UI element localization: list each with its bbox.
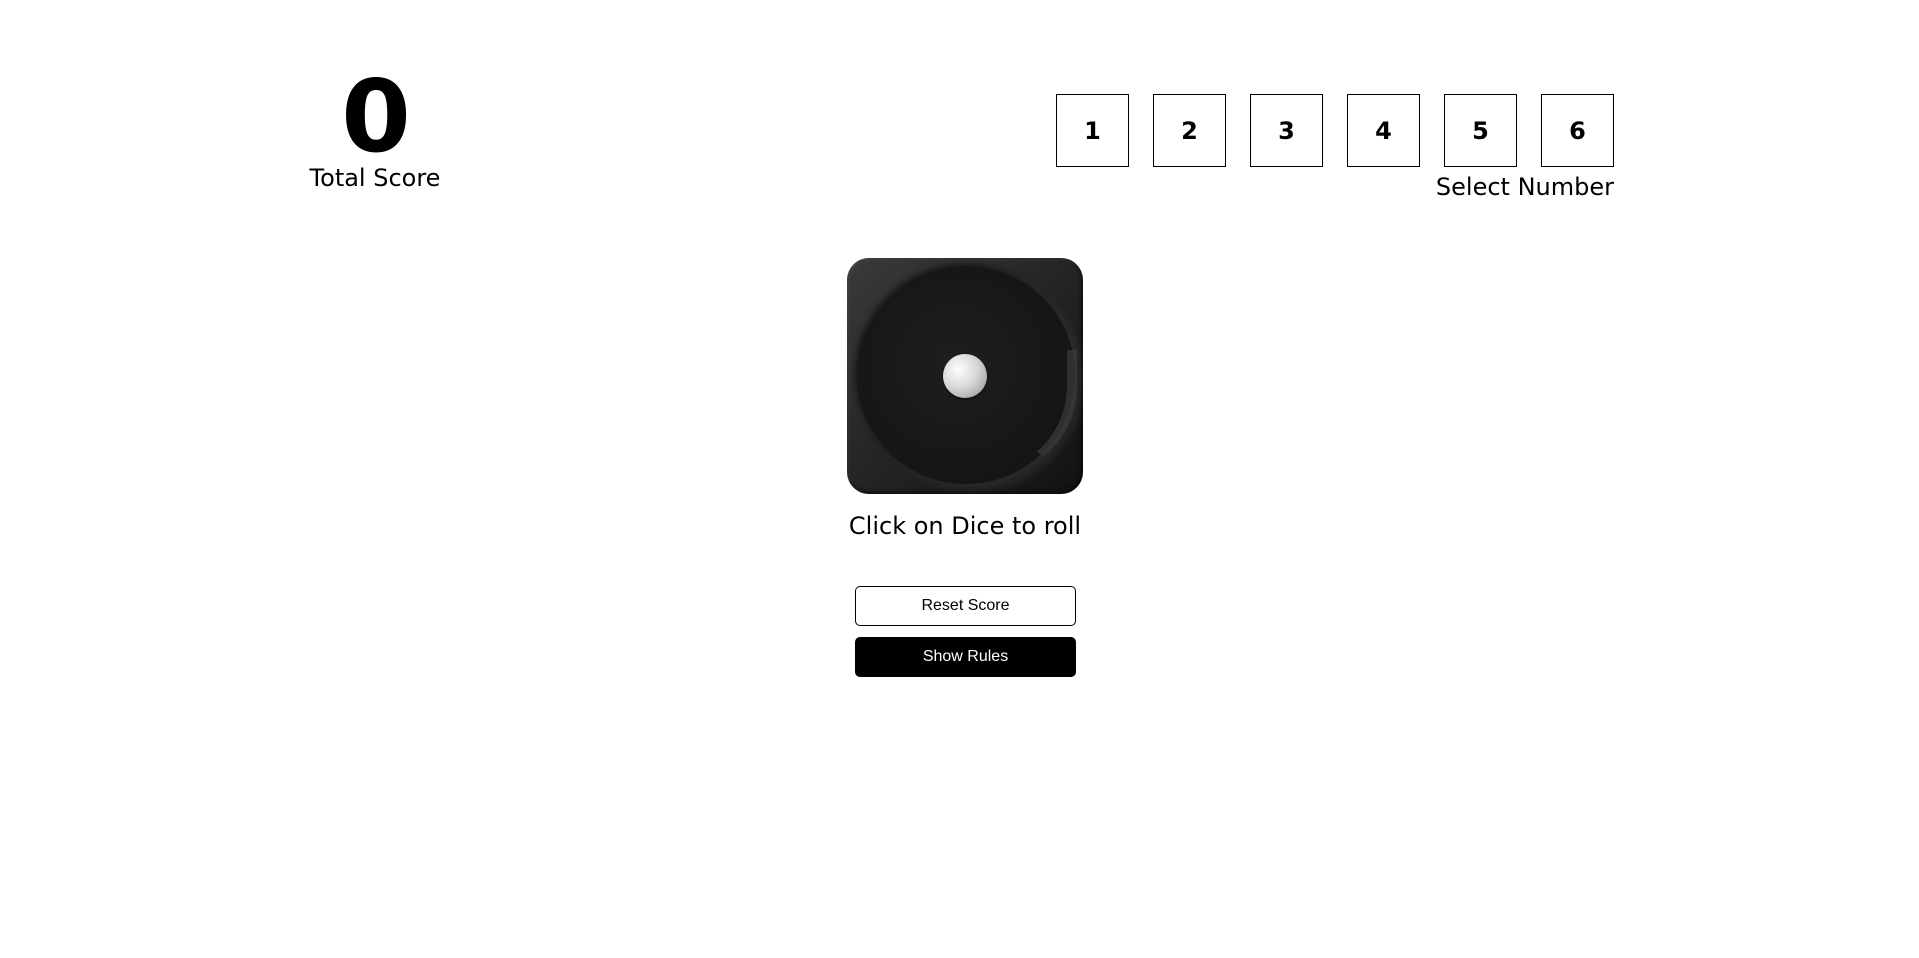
dice-face-one-icon[interactable]	[847, 258, 1083, 494]
number-box-3[interactable]: 3	[1250, 94, 1323, 167]
total-score-panel: 0 Total Score	[300, 58, 450, 193]
action-buttons: Reset Score Show Rules	[855, 586, 1076, 677]
total-score-value: 0	[341, 58, 411, 175]
dice-roll-instruction: Click on Dice to roll	[848, 512, 1082, 540]
show-rules-button[interactable]: Show Rules	[855, 637, 1076, 677]
dice-area: Click on Dice to roll	[847, 258, 1083, 540]
game-page: 0 Total Score 1 2 3 4 5 6 Select Number …	[0, 0, 1919, 958]
select-number-label: Select Number	[1435, 173, 1614, 201]
number-box-2[interactable]: 2	[1153, 94, 1226, 167]
total-score-label: Total Score	[309, 164, 441, 192]
number-box-4[interactable]: 4	[1347, 94, 1420, 167]
dice-pip	[943, 354, 987, 398]
number-box-6[interactable]: 6	[1541, 94, 1614, 167]
number-boxes: 1 2 3 4 5 6	[1056, 94, 1614, 167]
reset-score-button[interactable]: Reset Score	[855, 586, 1076, 626]
number-box-5[interactable]: 5	[1444, 94, 1517, 167]
number-selector: 1 2 3 4 5 6 Select Number	[1056, 94, 1614, 201]
dice-rim-highlight	[987, 350, 1077, 476]
number-box-1[interactable]: 1	[1056, 94, 1129, 167]
